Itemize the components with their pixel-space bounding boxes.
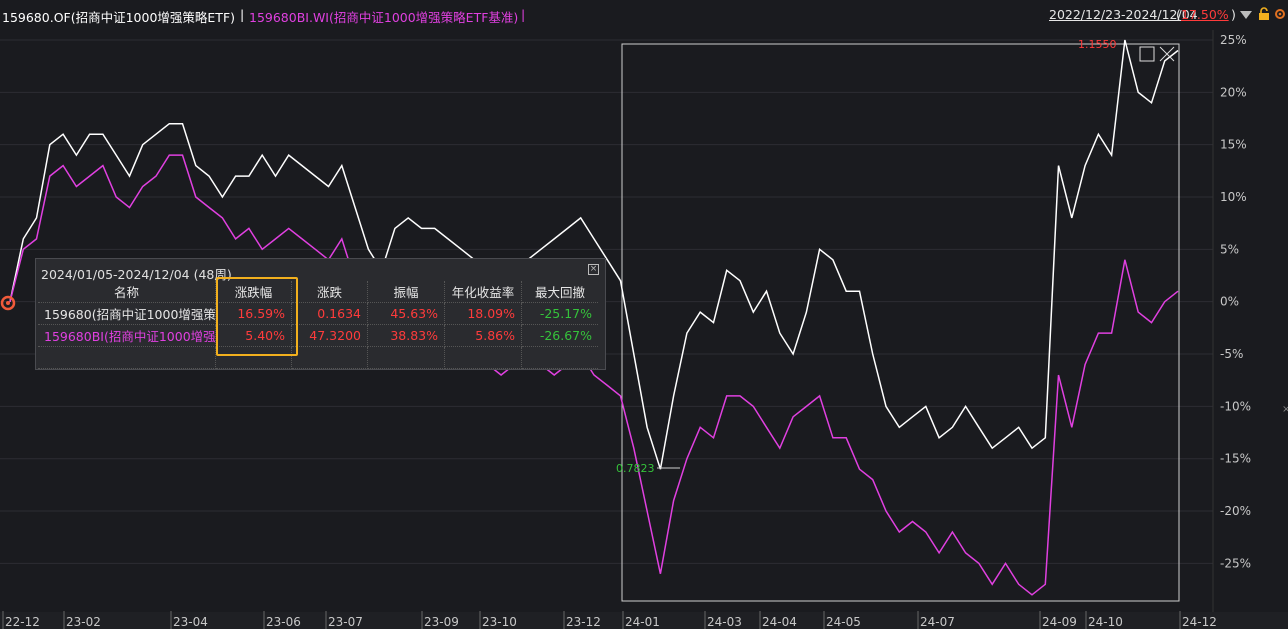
y-tick-label: 5% [1220, 242, 1239, 256]
row-name: 159680(招商中证1000增强策 [38, 302, 216, 325]
lock-icon[interactable] [1258, 7, 1270, 21]
table-header-row: 名称 涨跌幅 涨跌 振幅 年化收益率 最大回撤 [38, 281, 598, 303]
x-tick-label: 23-09 [424, 615, 459, 629]
selection-rect [621, 43, 1180, 602]
y-tick-label: 25% [1220, 33, 1247, 47]
y-tick-label: 0% [1220, 295, 1239, 309]
col-maxdd[interactable]: 最大回撤 [521, 281, 598, 303]
close-icon[interactable]: × [588, 264, 599, 275]
col-chg[interactable]: 涨跌 [291, 281, 368, 303]
max-annotation: 1.1550 [1078, 38, 1117, 51]
series2-legend[interactable]: 159680BI.WI(招商中证1000增强策略ETF基准) [249, 7, 518, 26]
x-tick-label: 23-07 [328, 615, 363, 629]
min-annotation: 0.7823 [616, 462, 655, 475]
x-tick-label: 22-12 [5, 615, 40, 629]
chart-header: 159680.OF(招商中证1000增强策略ETF) | 159680BI.WI… [0, 0, 1288, 30]
y-tick-label: -20% [1220, 504, 1251, 518]
x-tick-label: 23-04 [173, 615, 208, 629]
series-line-1 [9, 39, 1179, 470]
y-tick-label: 10% [1220, 190, 1247, 204]
row-chg-pct: 5.40% [215, 324, 292, 347]
maximize-icon [1139, 46, 1155, 62]
row-name: 159680BI(招商中证1000增强 [38, 324, 216, 347]
row-annual: 5.86% [444, 324, 522, 347]
x-tick-label: 24-04 [762, 615, 797, 629]
legend-separator: | [240, 7, 245, 22]
range-paren-close: ) [1231, 7, 1236, 22]
series1-legend[interactable]: 159680.OF(招商中证1000增强策略ETF) [2, 7, 235, 26]
stats-table: 名称 涨跌幅 涨跌 振幅 年化收益率 最大回撤 159680(招商中证1000增… [38, 281, 598, 369]
start-marker-dot [6, 301, 10, 305]
x-tick-label: 24-10 [1088, 615, 1123, 629]
col-annual[interactable]: 年化收益率 [444, 281, 522, 303]
col-chg-pct[interactable]: 涨跌幅 [215, 281, 292, 303]
x-tick-label: 23-06 [266, 615, 301, 629]
col-amplitude[interactable]: 振幅 [367, 281, 445, 303]
y-tick-label: 15% [1220, 138, 1247, 152]
x-tick-label: 24-09 [1042, 615, 1077, 629]
row-maxdd: -25.17% [521, 302, 598, 325]
table-row[interactable]: 159680(招商中证1000增强策 16.59% 0.1634 45.63% … [38, 302, 598, 325]
settings-icon[interactable] [1274, 8, 1286, 20]
table-row-empty [38, 346, 598, 369]
x-tick-label: 23-02 [66, 615, 101, 629]
row-chg: 0.1634 [291, 302, 368, 325]
y-tick-label: -25% [1220, 556, 1251, 570]
x-tick-label: 23-10 [482, 615, 517, 629]
x-tick-label: 24-01 [625, 615, 660, 629]
row-chg-pct: 16.59% [215, 302, 292, 325]
row-maxdd: -26.67% [521, 324, 598, 347]
x-tick-label: 24-07 [920, 615, 955, 629]
interval-stats-panel[interactable]: 2024/01/05-2024/12/04 (48周) × 名称 涨跌幅 涨跌 … [35, 258, 606, 370]
table-row[interactable]: 159680BI(招商中证1000增强 5.40% 47.3200 38.83%… [38, 324, 598, 347]
col-name[interactable]: 名称 [38, 281, 216, 303]
x-tick-label: 24-12 [1182, 615, 1217, 629]
dropdown-triangle-icon[interactable] [1240, 11, 1252, 19]
row-amplitude: 38.83% [367, 324, 445, 347]
series-line-2 [9, 154, 1179, 596]
y-tick-label: 20% [1220, 85, 1247, 99]
row-chg: 47.3200 [291, 324, 368, 347]
range-pct[interactable]: 17.50% [1181, 7, 1229, 22]
x-tick-label: 24-03 [707, 615, 742, 629]
x-tick-label: 24-05 [826, 615, 861, 629]
row-annual: 18.09% [444, 302, 522, 325]
row-amplitude: 45.63% [367, 302, 445, 325]
x-tick-label: 23-12 [566, 615, 601, 629]
y-tick-label: -10% [1220, 399, 1251, 413]
y-tick-label: -5% [1220, 347, 1243, 361]
y-tick-label: -15% [1220, 452, 1251, 466]
legend-separator-2: | [521, 7, 526, 22]
side-x-icon: × [1282, 404, 1288, 415]
